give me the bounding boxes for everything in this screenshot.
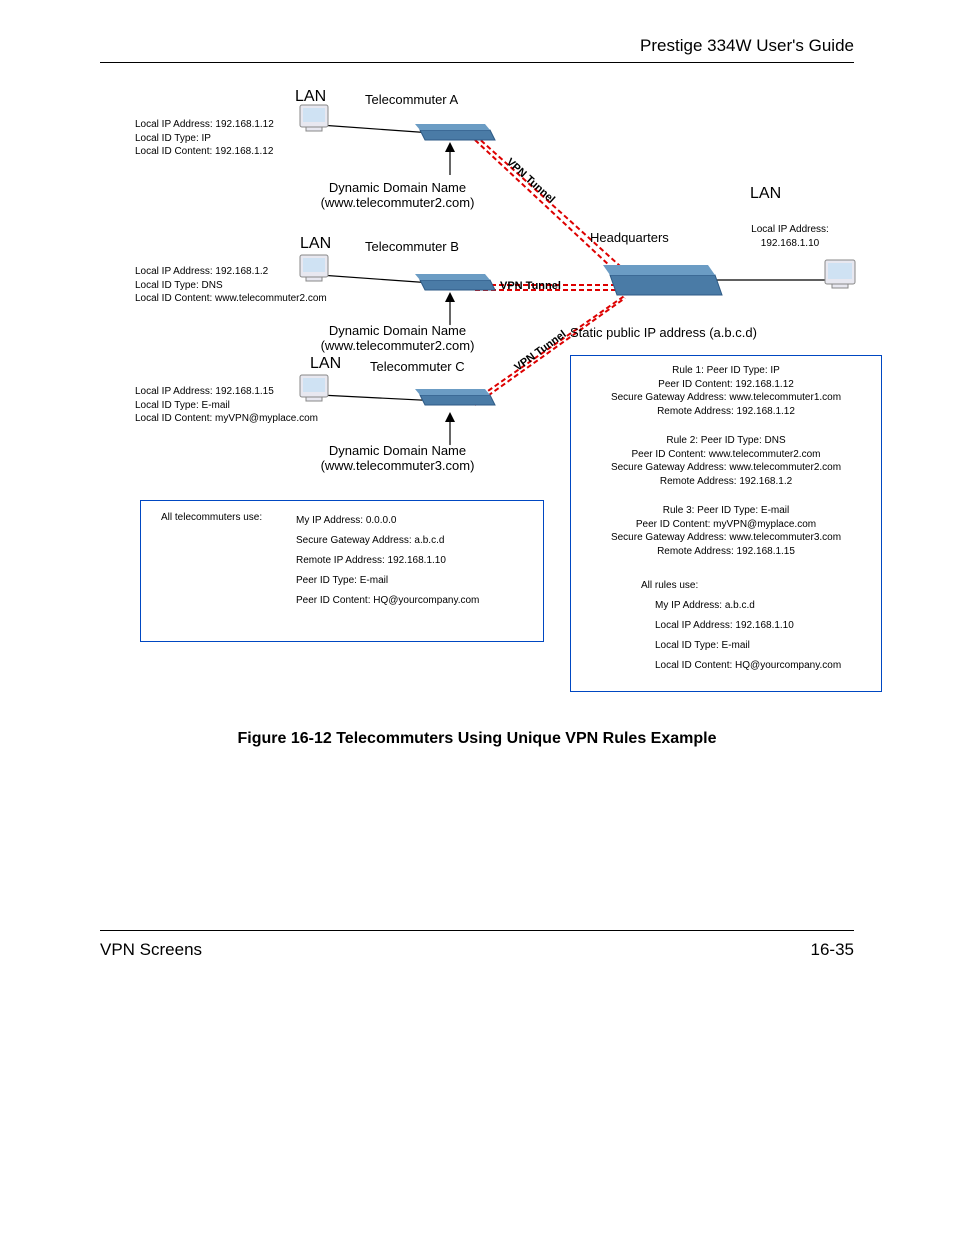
arrow-a [445,142,455,175]
telecommuter-box-body: My IP Address: 0.0.0.0 Secure Gateway Ad… [296,511,479,611]
hq-r1d: Remote Address: 192.168.1.12 [581,405,871,419]
figure-diagram: LAN Telecommuter A LAN Telecommuter B LA… [100,80,880,700]
document-page: Prestige 334W User's Guide [0,0,954,1235]
hq-rule1: Rule 1: Peer ID Type: IP Peer ID Content… [581,364,871,418]
ddn-a-2: (www.telecommuter2.com) [300,195,495,210]
hq-rules-box: Rule 1: Peer ID Type: IP Peer ID Content… [570,355,882,692]
node-c-l2: Local ID Type: E-mail [135,399,318,413]
hq-r2b: Peer ID Content: www.telecommuter2.com [581,448,871,462]
hq-rule2: Rule 2: Peer ID Type: DNS Peer ID Conten… [581,434,871,488]
footer-page: 16-35 [811,940,854,960]
telecommuter-box-title: All telecommuters use: [161,511,262,525]
hq-r3d: Remote Address: 192.168.1.15 [581,545,871,559]
lan-hq-label: LAN [750,185,781,203]
ddn-c: Dynamic Domain Name (www.telecommuter3.c… [300,443,495,473]
router-a-icon [415,124,495,140]
tcbox-l1: My IP Address: 0.0.0.0 [296,511,479,531]
node-a-l2: Local ID Type: IP [135,132,274,146]
node-b-l1: Local IP Address: 192.168.1.2 [135,265,327,279]
hq-a2: Local IP Address: 192.168.1.10 [655,616,841,636]
node-a-l1: Local IP Address: 192.168.1.12 [135,118,274,132]
router-b-icon [415,274,495,290]
hq-r3b: Peer ID Content: myVPN@myplace.com [581,518,871,532]
router-hq-icon [603,265,722,295]
node-b-l3: Local ID Content: www.telecommuter2.com [135,292,327,306]
ddn-c-1: Dynamic Domain Name [300,443,495,458]
ddn-b-1: Dynamic Domain Name [300,323,495,338]
vpn-tunnel-b-label: VPN Tunnel [500,280,561,292]
tcbox-l2: Secure Gateway Address: a.b.c.d [296,531,479,551]
hq-alltitle: All rules use: [641,576,841,596]
footer-rule [100,930,854,931]
node-b-l2: Local ID Type: DNS [135,279,327,293]
ddn-c-2: (www.telecommuter3.com) [300,458,495,473]
hq-local-ip: Local IP Address: 192.168.1.10 [720,223,860,250]
ddn-a: Dynamic Domain Name (www.telecommuter2.c… [300,180,495,210]
hq-r1b: Peer ID Content: 192.168.1.12 [581,378,871,392]
ddn-a-1: Dynamic Domain Name [300,180,495,195]
node-c-l1: Local IP Address: 192.168.1.15 [135,385,318,399]
ddn-b-2: (www.telecommuter2.com) [300,338,495,353]
lan-b-label: LAN [300,235,331,253]
arrow-b [445,292,455,325]
page-header-title: Prestige 334W User's Guide [640,36,854,56]
hq-local-ip-l1: Local IP Address: [720,223,860,237]
lan-c-label: LAN [310,355,341,373]
hq-r1c: Secure Gateway Address: www.telecommuter… [581,391,871,405]
footer-section: VPN Screens [100,940,202,960]
ddn-b: Dynamic Domain Name (www.telecommuter2.c… [300,323,495,353]
telecommuter-b-title: Telecommuter B [365,239,459,254]
hq-r2c: Secure Gateway Address: www.telecommuter… [581,461,871,475]
hq-a4: Local ID Content: HQ@yourcompany.com [655,656,841,676]
telecommuter-rules-box: All telecommuters use: My IP Address: 0.… [140,500,544,642]
hq-title: Headquarters [590,230,669,245]
pc-hq-icon [825,260,855,288]
node-a-l3: Local ID Content: 192.168.1.12 [135,145,274,159]
lan-a-label: LAN [295,88,326,106]
node-c-info: Local IP Address: 192.168.1.15 Local ID … [135,385,318,426]
hq-r1a: Rule 1: Peer ID Type: IP [581,364,871,378]
figure-caption: Figure 16-12 Telecommuters Using Unique … [0,730,954,748]
node-a-info: Local IP Address: 192.168.1.12 Local ID … [135,118,274,159]
hq-r3c: Secure Gateway Address: www.telecommuter… [581,531,871,545]
telecommuter-c-title: Telecommuter C [370,359,465,374]
tcbox-l3: Remote IP Address: 192.168.1.10 [296,551,479,571]
router-c-icon [415,389,495,405]
hq-r2a: Rule 2: Peer ID Type: DNS [581,434,871,448]
static-ip-label: Static public IP address (a.b.c.d) [570,325,757,340]
tcbox-l4: Peer ID Type: E-mail [296,571,479,591]
tcbox-l5: Peer ID Content: HQ@yourcompany.com [296,591,479,611]
node-b-info: Local IP Address: 192.168.1.2 Local ID T… [135,265,327,306]
hq-local-ip-l2: 192.168.1.10 [720,237,860,251]
hq-a3: Local ID Type: E-mail [655,636,841,656]
telecommuter-a-title: Telecommuter A [365,92,458,107]
hq-r3a: Rule 3: Peer ID Type: E-mail [581,504,871,518]
arrow-c [445,412,455,445]
pc-a-icon [300,105,328,131]
header-rule [100,62,854,63]
hq-rule3: Rule 3: Peer ID Type: E-mail Peer ID Con… [581,504,871,558]
hq-allrules: All rules use: My IP Address: a.b.c.d Lo… [641,576,841,676]
node-c-l3: Local ID Content: myVPN@myplace.com [135,412,318,426]
hq-a1: My IP Address: a.b.c.d [655,596,841,616]
hq-r2d: Remote Address: 192.168.1.2 [581,475,871,489]
